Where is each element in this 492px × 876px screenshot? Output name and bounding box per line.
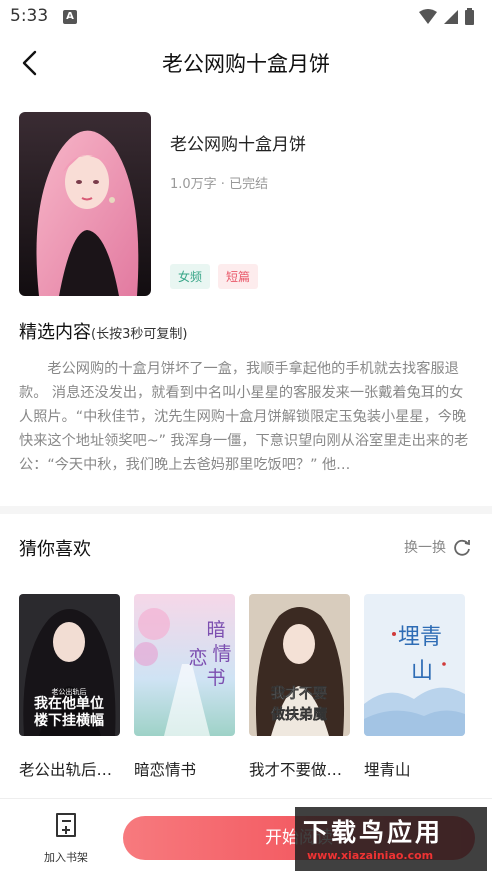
recommend-cover: 老公出轨后 我在他单位 楼下挂横幅 bbox=[19, 594, 120, 736]
book-meta: 1.0万字 · 已完结 bbox=[170, 177, 269, 192]
svg-text:山: 山 bbox=[411, 659, 433, 684]
svg-text:我才不要: 我才不要 bbox=[271, 685, 327, 702]
status-bar: 5:33 A bbox=[0, 0, 492, 34]
recommend-title: 老公出轨后我在他单位楼下挂横幅 bbox=[19, 761, 120, 779]
status-icons bbox=[418, 8, 480, 30]
svg-text:情: 情 bbox=[212, 643, 231, 665]
tag-short[interactable]: 短篇 bbox=[218, 264, 259, 289]
recommend-cover: 我才不要 做扶弟魔 bbox=[249, 594, 350, 736]
cover-text-line1: 我在他单位 bbox=[34, 695, 104, 712]
recommend-heading: 猜你喜欢 bbox=[19, 539, 91, 560]
excerpt-text[interactable]: 老公网购的十盒月饼坏了一盒，我顺手拿起他的手机就去找客服退款。 消息还没发出，就… bbox=[19, 357, 477, 485]
tag-female[interactable]: 女频 bbox=[170, 264, 211, 289]
refresh-label: 换一换 bbox=[404, 540, 446, 556]
watermark: 下载鸟应用 www.xiazainiao.com bbox=[295, 807, 487, 871]
excerpt-title: 精选内容 bbox=[19, 322, 91, 343]
recommend-cover: 暗 情 恋 书 bbox=[134, 594, 235, 736]
svg-text:埋青: 埋青 bbox=[398, 625, 442, 650]
book-title: 老公网购十盒月饼 bbox=[170, 135, 306, 155]
svg-text:暗: 暗 bbox=[206, 619, 225, 641]
watermark-url: www.xiazainiao.com bbox=[307, 849, 434, 862]
recommend-title: 暗恋情书 bbox=[134, 761, 197, 779]
add-to-shelf-button[interactable]: 加入书架 bbox=[40, 811, 92, 865]
wifi-signal-battery-icon bbox=[419, 8, 474, 25]
recommend-title: 我才不要做扶弟魔 bbox=[249, 761, 350, 779]
recommend-list: 老公出轨后 我在他单位 楼下挂横幅 老公出轨后我在他单位楼下挂横幅 暗 情 bbox=[19, 594, 465, 780]
book-cover bbox=[19, 112, 151, 296]
recommend-item[interactable]: 老公出轨后 我在他单位 楼下挂横幅 老公出轨后我在他单位楼下挂横幅 bbox=[19, 594, 120, 780]
svg-text:书: 书 bbox=[206, 667, 225, 689]
watermark-title: 下载鸟应用 bbox=[303, 818, 444, 847]
cover-top-text: 老公出轨后 bbox=[52, 687, 87, 696]
recommend-cover: 埋青 山 bbox=[364, 594, 465, 736]
recommend-title: 埋青山 bbox=[364, 761, 411, 779]
recommend-item[interactable]: 暗 情 恋 书 暗恋情书 bbox=[134, 594, 235, 780]
header: 老公网购十盒月饼 bbox=[0, 34, 492, 92]
book-tags: 女频 短篇 bbox=[170, 264, 259, 289]
page-title: 老公网购十盒月饼 bbox=[162, 52, 330, 76]
notification-icon: A bbox=[63, 10, 77, 24]
refresh-button[interactable]: 换一换 bbox=[404, 537, 472, 557]
refresh-icon bbox=[454, 539, 470, 556]
section-divider bbox=[0, 506, 492, 514]
excerpt-hint: (长按3秒可复制) bbox=[91, 327, 188, 342]
recommend-item[interactable]: 我才不要 做扶弟魔 我才不要做扶弟魔 bbox=[249, 594, 350, 780]
bookshelf-add-icon bbox=[56, 813, 76, 837]
status-time: 5:33 bbox=[10, 6, 49, 26]
excerpt-heading: 精选内容(长按3秒可复制) bbox=[19, 318, 187, 344]
add-to-shelf-label: 加入书架 bbox=[44, 851, 88, 864]
svg-text:做扶弟魔: 做扶弟魔 bbox=[270, 706, 328, 723]
cover-text-line2: 楼下挂横幅 bbox=[34, 712, 104, 729]
recommend-item[interactable]: 埋青 山 埋青山 bbox=[364, 594, 465, 780]
svg-text:恋: 恋 bbox=[188, 647, 207, 669]
